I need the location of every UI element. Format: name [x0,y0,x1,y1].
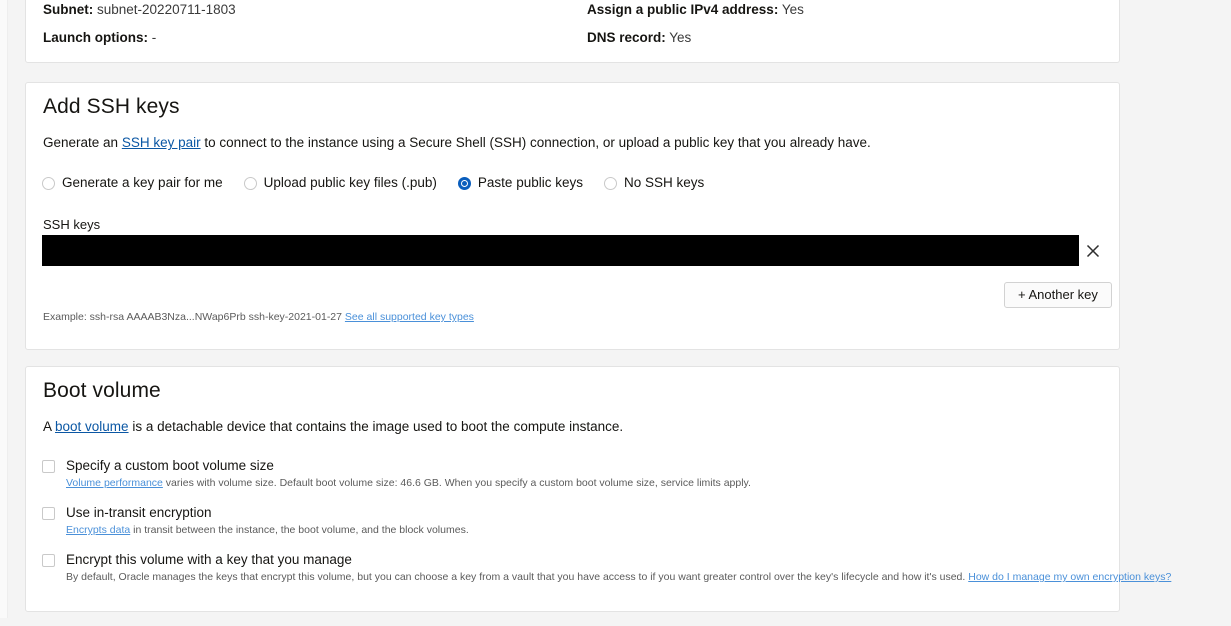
radio-label-upload-public-key-files: Upload public key files (.pub) [263,175,437,190]
summary-label-dns-record: DNS record: [587,30,666,45]
radio-label-generate-key-pair: Generate a key pair for me [62,175,223,190]
manage-own-key-desc-text: By default, Oracle manages the keys that… [66,571,969,583]
ssh-desc-after: to connect to the instance using a Secur… [200,135,871,150]
add-ssh-keys-card: Add SSH keys Generate an SSH key pair to… [25,82,1120,350]
page-left-rail [0,0,8,626]
checkbox-custom-boot-volume-size[interactable] [42,460,55,473]
radio-option-paste-public-keys[interactable]: Paste public keys [457,175,583,191]
radio-option-no-ssh-keys[interactable]: No SSH keys [603,175,705,191]
ssh-key-pair-link[interactable]: SSH key pair [122,135,201,150]
radio-icon-no-ssh-keys[interactable] [603,176,617,190]
summary-item-launch-options: Launch options: - [43,29,156,46]
checkbox-desc-custom-boot-volume-size: Volume performance varies with volume si… [66,476,751,490]
summary-value-launch-options: - [151,30,157,45]
radio-option-generate-key-pair[interactable]: Generate a key pair for me [42,175,223,191]
checkbox-label-custom-boot-volume-size: Specify a custom boot volume size [66,458,274,473]
checkbox-label-manage-own-key: Encrypt this volume with a key that you … [66,552,352,567]
checkbox-desc-in-transit-encryption: Encrypts data in transit between the ins… [66,523,469,537]
boot-volume-card: Boot volume A boot volume is a detachabl… [25,366,1171,612]
summary-label-launch-options: Launch options: [43,30,148,45]
ssh-key-example-text: Example: ssh-rsa AAAAB3Nza...NWap6Prb ss… [43,310,474,324]
ssh-key-option-radio-group: Generate a key pair for me Upload public… [42,175,725,191]
boot-desc-after: is a detachable device that contains the… [128,419,624,434]
radio-icon-generate-key-pair[interactable] [42,176,55,190]
summary-value-dns-record: Yes [669,30,692,45]
ssh-desc-before: Generate an [43,135,122,150]
summary-label-subnet: Subnet: [43,2,94,17]
summary-value-public-ipv4: Yes [781,2,804,17]
summary-label-public-ipv4: Assign a public IPv4 address: [587,2,779,17]
ssh-keys-input[interactable] [42,235,1079,266]
checkbox-manage-own-key[interactable] [42,554,55,567]
clear-ssh-key-icon[interactable] [1083,241,1103,261]
checkbox-in-transit-encryption[interactable] [42,507,55,520]
manage-own-encryption-keys-link[interactable]: How do I manage my own encryption keys? [968,571,1171,583]
networking-summary-card: Subnet: subnet-20220711-1803 Launch opti… [25,0,1120,63]
radio-icon-upload-public-key-files[interactable] [243,176,257,190]
custom-boot-volume-size-desc-text: varies with volume size. Default boot vo… [162,477,751,489]
ssh-keys-field-label: SSH keys [43,217,101,232]
ssh-section-description: Generate an SSH key pair to connect to t… [43,134,871,152]
summary-item-subnet: Subnet: subnet-20220711-1803 [43,1,236,18]
summary-item-dns-record: DNS record: Yes [587,29,691,46]
instance-creation-page: Subnet: subnet-20220711-1803 Launch opti… [0,0,1231,626]
supported-key-types-link[interactable]: See all supported key types [345,311,474,323]
radio-option-upload-public-key-files[interactable]: Upload public key files (.pub) [243,175,437,191]
summary-value-subnet: subnet-20220711-1803 [97,2,236,17]
summary-item-public-ipv4: Assign a public IPv4 address: Yes [587,1,804,18]
boot-section-title: Boot volume [43,379,161,402]
checkbox-desc-manage-own-key: By default, Oracle manages the keys that… [66,570,1171,584]
boot-desc-before: A [43,419,56,434]
in-transit-encryption-desc-text: in transit between the instance, the boo… [130,524,469,536]
boot-section-description: A boot volume is a detachable device tha… [43,418,623,436]
checkbox-label-in-transit-encryption: Use in-transit encryption [66,505,212,520]
add-another-key-button[interactable]: + Another key [1004,282,1112,308]
page-bottom-strip [0,618,1231,626]
radio-label-no-ssh-keys: No SSH keys [623,175,705,190]
encrypts-data-link[interactable]: Encrypts data [66,524,130,536]
volume-performance-link[interactable]: Volume performance [66,477,163,489]
ssh-example-sample: Example: ssh-rsa AAAAB3Nza...NWap6Prb ss… [43,311,342,323]
ssh-section-title: Add SSH keys [43,95,180,118]
radio-label-paste-public-keys: Paste public keys [477,175,583,190]
summary-grid: Subnet: subnet-20220711-1803 Launch opti… [26,0,1119,62]
radio-icon-paste-public-keys[interactable] [457,176,471,190]
boot-volume-link[interactable]: boot volume [55,419,129,434]
